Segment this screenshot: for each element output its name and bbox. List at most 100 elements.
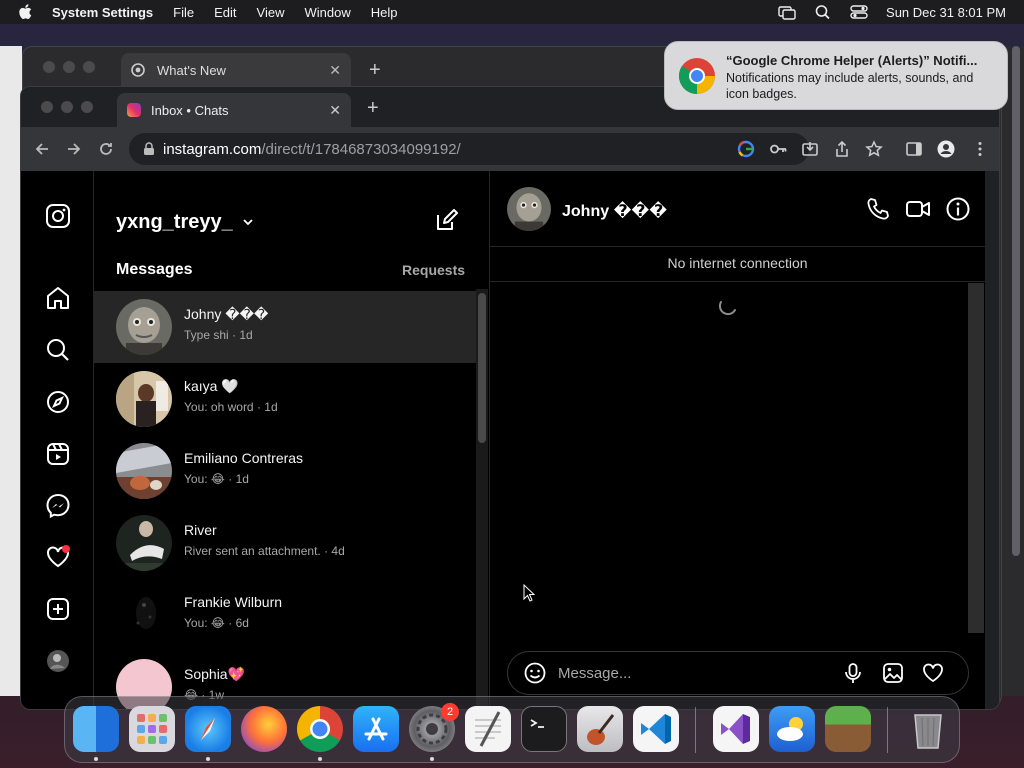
requests-link[interactable]: Requests	[402, 262, 465, 278]
menu-window[interactable]: Window	[304, 5, 350, 20]
nav-rail	[21, 171, 94, 709]
contact-name[interactable]: Johny ���	[562, 201, 667, 221]
conversation-name: kaıya 🤍	[184, 378, 239, 394]
microphone-icon[interactable]	[842, 662, 864, 684]
zoom-window-button[interactable]	[81, 101, 93, 113]
conversation-name: Frankie Wilburn	[184, 594, 283, 610]
control-center-icon[interactable]	[850, 4, 868, 20]
desktop: System Settings File Edit View Window He…	[0, 0, 1024, 768]
new-tab-icon[interactable]: +	[367, 97, 379, 120]
back-arrow-icon[interactable]	[33, 140, 51, 158]
password-key-icon[interactable]	[769, 140, 787, 158]
safari-icon[interactable]	[185, 706, 231, 752]
running-indicator	[94, 757, 98, 761]
menu-clock[interactable]: Sun Dec 31 8:01 PM	[886, 5, 1006, 20]
back-tab-whats-new[interactable]: What's New ✕	[121, 53, 351, 87]
browser-toolbar: instagram.com/direct/t/17846873034099192…	[21, 127, 999, 171]
like-heart-icon[interactable]	[922, 662, 944, 684]
close-icon[interactable]: ✕	[329, 62, 341, 79]
chrome-dock-icon[interactable]	[297, 706, 343, 752]
list-item-emiliano[interactable]: Emiliano Contreras You: 😂 · 1d	[94, 435, 476, 507]
instagram-page: yxng_treyy_ Messages Requests Johny ��� …	[21, 171, 985, 709]
browser-window: Inbox • Chats ✕ + instagram.com/direct/t…	[20, 86, 1000, 710]
conversation-info-icon[interactable]	[945, 196, 971, 222]
contact-avatar[interactable]	[507, 187, 551, 231]
launchpad-icon[interactable]	[129, 706, 175, 752]
lock-icon[interactable]	[143, 142, 155, 156]
menu-edit[interactable]: Edit	[214, 5, 236, 20]
message-input[interactable]: Message...	[558, 665, 631, 682]
list-scrollbar-thumb[interactable]	[478, 293, 486, 443]
account-username[interactable]: yxng_treyy_	[116, 211, 233, 234]
finder-icon[interactable]	[73, 706, 119, 752]
spotlight-search-icon[interactable]	[814, 4, 832, 20]
terminal-icon[interactable]	[521, 706, 567, 752]
profile-icon[interactable]	[937, 140, 955, 158]
conversation-name: Sophia💖	[184, 666, 246, 682]
visual-studio-icon[interactable]	[713, 706, 759, 752]
tab-inbox-chats[interactable]: Inbox • Chats ✕	[117, 93, 351, 127]
instagram-logo-icon[interactable]	[45, 203, 71, 229]
share-icon[interactable]	[833, 140, 851, 158]
install-app-icon[interactable]	[801, 140, 819, 158]
background-window-edge-right	[1002, 46, 1024, 696]
menu-kebab-icon[interactable]	[971, 140, 989, 158]
textedit-icon[interactable]	[465, 706, 511, 752]
firefox-icon[interactable]	[241, 706, 287, 752]
minecraft-icon[interactable]	[825, 706, 871, 752]
emoji-icon[interactable]	[524, 662, 546, 684]
reload-icon[interactable]	[97, 140, 115, 158]
list-item-kaiya[interactable]: kaıya 🤍 You: oh word · 1d	[94, 363, 476, 435]
tab-title: Inbox • Chats	[151, 102, 229, 118]
minimize-window-button[interactable]	[61, 101, 73, 113]
app-store-icon[interactable]	[353, 706, 399, 752]
back-minimize-button[interactable]	[63, 61, 75, 73]
conversation-name: River	[184, 522, 217, 538]
new-tab-icon[interactable]: +	[369, 59, 381, 82]
garageband-icon[interactable]	[577, 706, 623, 752]
messenger-icon[interactable]	[45, 493, 71, 519]
vscode-icon[interactable]	[633, 706, 679, 752]
home-icon[interactable]	[45, 285, 71, 311]
close-tab-icon[interactable]: ✕	[329, 102, 341, 119]
weather-icon[interactable]	[769, 706, 815, 752]
notification-title: “Google Chrome Helper (Alerts)” Notifi..…	[726, 53, 978, 68]
new-message-icon[interactable]	[434, 209, 458, 233]
forward-arrow-icon[interactable]	[65, 140, 83, 158]
menu-file[interactable]: File	[173, 5, 194, 20]
chat-panel: Johny ��� No internet connection Message…	[490, 171, 985, 709]
message-composer[interactable]: Message...	[507, 651, 969, 695]
close-window-button[interactable]	[41, 101, 53, 113]
google-lens-icon[interactable]	[737, 140, 755, 158]
background-scrollbar[interactable]	[1012, 46, 1020, 556]
list-item-frankie[interactable]: Frankie Wilburn You: 😂 · 6d	[94, 579, 476, 651]
back-close-button[interactable]	[43, 61, 55, 73]
notification-badge-dot	[62, 545, 70, 553]
conversation-preview: River sent an attachment. · 4d	[184, 544, 345, 558]
reels-icon[interactable]	[45, 441, 71, 467]
address-bar[interactable]: instagram.com/direct/t/17846873034099192…	[129, 133, 809, 165]
menu-app-name[interactable]: System Settings	[52, 5, 153, 20]
search-icon[interactable]	[45, 337, 71, 363]
bookmark-star-icon[interactable]	[865, 140, 883, 158]
trash-icon[interactable]	[905, 706, 951, 752]
profile-avatar[interactable]	[45, 648, 71, 674]
image-upload-icon[interactable]	[882, 662, 904, 684]
phone-call-icon[interactable]	[865, 196, 891, 222]
screen-mirroring-icon[interactable]	[778, 4, 796, 20]
apple-menu-icon[interactable]	[18, 4, 32, 20]
menu-help[interactable]: Help	[371, 5, 398, 20]
menu-view[interactable]: View	[257, 5, 285, 20]
chat-scrollbar[interactable]	[968, 283, 984, 633]
side-panel-icon[interactable]	[905, 140, 923, 158]
list-item-johny[interactable]: Johny ��� Type shi · 1d	[94, 291, 476, 363]
system-notification[interactable]: “Google Chrome Helper (Alerts)” Notifi..…	[664, 41, 1008, 110]
conversation-name: Johny ���	[184, 306, 269, 322]
page-scrollbar-track[interactable]	[985, 171, 999, 709]
create-plus-icon[interactable]	[45, 596, 71, 622]
chevron-down-icon[interactable]	[242, 217, 254, 227]
explore-compass-icon[interactable]	[45, 389, 71, 415]
back-zoom-button[interactable]	[83, 61, 95, 73]
list-item-river[interactable]: River River sent an attachment. · 4d	[94, 507, 476, 579]
video-call-icon[interactable]	[905, 196, 931, 222]
